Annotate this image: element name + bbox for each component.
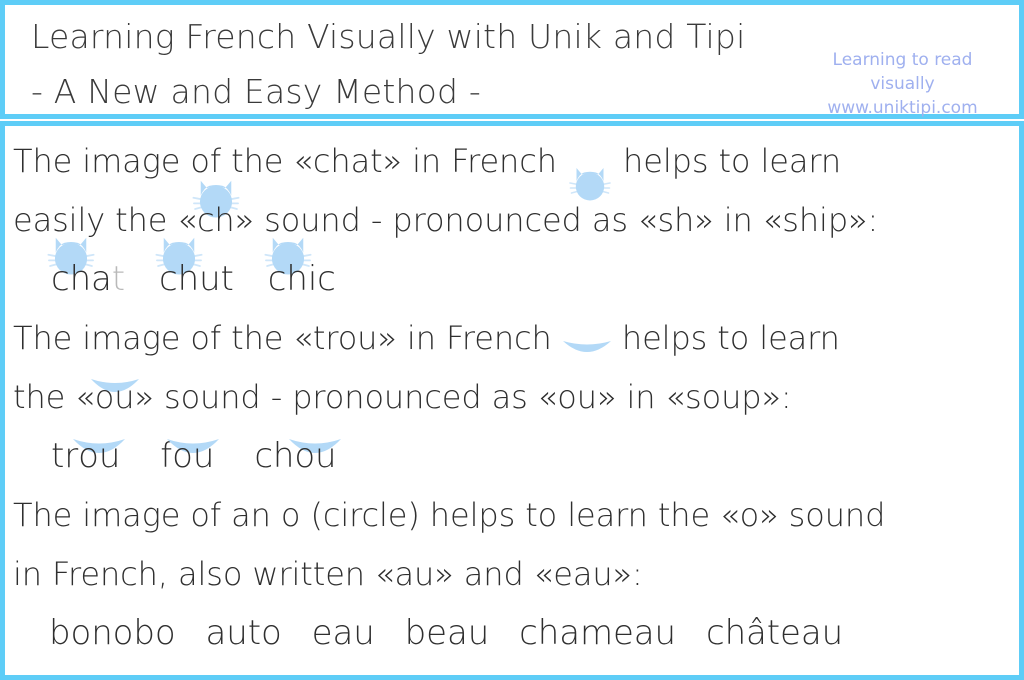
- example-chic-ch: ch: [267, 259, 308, 299]
- example-bonobo-b2: b: [133, 613, 155, 653]
- lesson-ou-sentence-line-1: The image of the «trou» in French helps …: [13, 309, 1007, 368]
- example-chat-ch: ch: [51, 259, 92, 299]
- lesson-ou-text-b: helps to learn: [611, 319, 840, 357]
- highlight-ch-letters: ch: [196, 201, 235, 239]
- example-beau-b: b: [404, 613, 427, 653]
- example-chateau-chat: chât: [706, 613, 781, 653]
- example-word-eau: eau: [311, 613, 375, 653]
- brand-line-1: Learning to read: [832, 50, 973, 70]
- page-title: Learning French Visually with Unik and T…: [31, 17, 746, 56]
- lesson-o-text-e: »:: [612, 555, 643, 593]
- example-chut-ut: ut: [199, 259, 234, 299]
- lesson-ch-sentence-line-1: The image of the «chat» in French helps …: [13, 132, 1007, 201]
- lesson-ch-sentence-line-2: easily the « ch» sound - pronounced as «…: [13, 180, 1007, 250]
- lessons-panel: The image of the «chat» in French helps …: [0, 121, 1024, 680]
- lesson-o-text-b: » sound: [759, 496, 886, 534]
- highlight-o-inline: o: [739, 486, 760, 545]
- lesson-ou-text-c: the «: [13, 378, 95, 416]
- highlight-ch-inline: ch: [192, 180, 240, 250]
- lesson-o-examples: bonobo auto eau beau chameau château: [13, 604, 1007, 663]
- example-word-chut: ch: [155, 237, 203, 309]
- example-chameau-cham: cham: [519, 613, 613, 653]
- lesson-o-text-a: The image of an o (circle) helps to lear…: [13, 496, 740, 534]
- example-auto-t: t: [247, 613, 261, 653]
- highlight-ou-letters: ou: [94, 378, 135, 416]
- highlight-eau-inline: eau: [553, 545, 612, 604]
- example-bonobo-o3: o: [154, 613, 176, 653]
- example-bonobo-n: n: [91, 613, 113, 653]
- example-auto-au: au: [205, 613, 248, 653]
- hole-icon: [562, 339, 612, 352]
- lesson-o-sentence-line-2: in French, also written «au» and «eau»:: [13, 545, 1007, 604]
- example-bonobo-o2: o: [112, 613, 134, 653]
- example-fou-ou: ou: [172, 436, 215, 476]
- page-subtitle: - A New and Easy Method -: [31, 72, 481, 111]
- example-bonobo-b1: b: [49, 613, 71, 653]
- worksheet-page: Learning French Visually with Unik and T…: [0, 0, 1024, 680]
- lesson-ch-text-c: easily the «: [13, 201, 197, 239]
- lesson-ou-examples: tr ou f ou ch ou: [13, 427, 1007, 486]
- example-word-chou: ou: [289, 427, 342, 486]
- lesson-o-text-d: » and «: [434, 555, 554, 593]
- lesson-ch-text-a: The image of the «chat» in French: [13, 142, 567, 180]
- example-chut-ch: ch: [159, 259, 200, 299]
- example-chou-ch: ch: [254, 436, 295, 476]
- example-trou-ou: ou: [78, 436, 121, 476]
- example-chateau-eau: eau: [780, 613, 844, 653]
- cat-icon: [567, 162, 613, 201]
- example-word-chat: ch: [47, 237, 95, 309]
- lesson-o-sentence-line-1: The image of an o (circle) helps to lear…: [13, 486, 1007, 545]
- example-chat-a: a: [91, 259, 112, 299]
- lesson-ou-text-a: The image of the «trou» in French: [13, 319, 562, 357]
- example-word-fou: ou: [167, 427, 220, 486]
- lesson-ou-sentence-line-2: the « ou» sound - pronounced as «ou» in …: [13, 368, 1007, 427]
- example-word-trou: ou: [73, 427, 126, 486]
- example-chic-ic: ic: [307, 259, 336, 299]
- example-fou-f: f: [160, 436, 173, 476]
- example-auto-o: o: [260, 613, 282, 653]
- lesson-ou-text-d: » sound - pronounced as «ou» in «soup»:: [134, 378, 792, 416]
- lesson-ch-examples: chat chut chic: [13, 237, 1007, 309]
- example-trou-tr: tr: [51, 436, 79, 476]
- highlight-eau-letters: eau: [553, 555, 613, 593]
- brand-website: www.uniktipi.com: [827, 98, 978, 118]
- lesson-ch-text-d: » sound - pronounced as «sh» in «ship»:: [234, 201, 879, 239]
- header-panel: Learning French Visually with Unik and T…: [0, 0, 1024, 119]
- lesson-ch-text-b: helps to learn: [612, 142, 842, 180]
- brand-block: Learning to read visually www.uniktipi.c…: [800, 48, 1005, 120]
- highlight-au-inline: au: [395, 545, 435, 604]
- example-chameau-eau: eau: [612, 613, 676, 653]
- header-title-group: Learning French Visually with Unik and T…: [31, 9, 809, 119]
- lesson-o-text-c: in French, also written «: [13, 555, 395, 593]
- highlight-au-letters: au: [394, 555, 435, 593]
- example-chou-ou: ou: [294, 436, 337, 476]
- example-chat-silent-t: t: [111, 259, 126, 299]
- highlight-o-letter: o: [739, 496, 760, 534]
- brand-line-2: visually: [870, 74, 935, 94]
- example-bonobo-o1: o: [70, 613, 92, 653]
- example-beau-eau: eau: [426, 613, 490, 653]
- example-word-chic: ch: [264, 237, 312, 309]
- highlight-ou-inline: ou: [90, 368, 139, 427]
